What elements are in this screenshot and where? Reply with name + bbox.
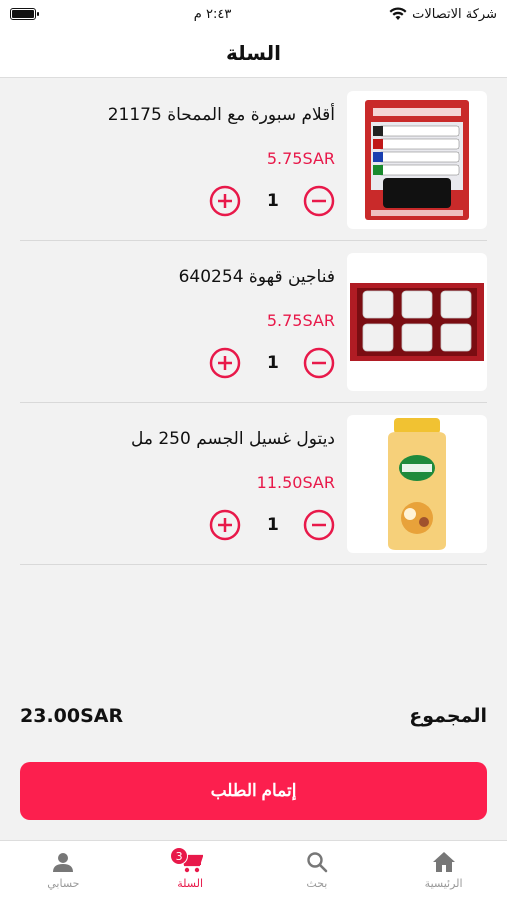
product-name[interactable]: فناجين قهوة 640254	[179, 267, 335, 287]
product-name[interactable]: أقلام سبورة مع الممحاة 21175	[108, 105, 335, 125]
product-price: 5.75SAR	[266, 311, 335, 330]
home-icon	[432, 852, 455, 872]
cart-item: أقلام سبورة مع الممحاة 21175 5.75SAR 1	[20, 79, 487, 241]
tab-label: حسابي	[47, 877, 80, 890]
plus-icon[interactable]	[209, 185, 241, 217]
cart-item: فناجين قهوة 640254 5.75SAR 1	[20, 241, 487, 403]
search-icon	[307, 852, 328, 873]
plus-icon[interactable]	[209, 509, 241, 541]
person-icon	[53, 853, 74, 872]
tab-label: بحث	[306, 877, 328, 890]
cart-badge: 3	[170, 847, 189, 865]
tab-account[interactable]: حسابي	[0, 841, 127, 900]
tab-bar: حسابي 3 السلة بحث الرئيسية	[0, 840, 507, 900]
checkout-button[interactable]: إتمام الطلب	[20, 762, 487, 820]
tab-label: السلة	[177, 877, 203, 890]
product-image[interactable]	[347, 253, 487, 391]
wifi-icon	[389, 7, 407, 20]
whiteboard-markers-image	[365, 100, 469, 220]
minus-icon[interactable]	[303, 347, 335, 379]
product-name[interactable]: ديتول غسيل الجسم 250 مل	[131, 429, 335, 449]
cart-list: أقلام سبورة مع الممحاة 21175 5.75SAR 1 ف…	[0, 79, 507, 565]
carrier-name: شركة الاتصالات	[412, 6, 497, 22]
quantity-value: 1	[267, 353, 279, 373]
header: السلة	[0, 28, 507, 78]
dettol-bottle-image	[388, 418, 446, 550]
page-title: السلة	[225, 40, 281, 65]
coffee-cups-image	[350, 283, 484, 361]
product-image[interactable]	[347, 415, 487, 553]
plus-icon[interactable]	[209, 347, 241, 379]
tab-home[interactable]: الرئيسية	[380, 841, 507, 900]
quantity-stepper: 1	[209, 509, 335, 541]
status-right: شركة الاتصالات	[389, 7, 497, 22]
product-price: 5.75SAR	[266, 149, 335, 168]
minus-icon[interactable]	[303, 509, 335, 541]
total-amount: 23.00SAR	[20, 705, 124, 727]
tab-search[interactable]: بحث	[254, 841, 381, 900]
cart-item: ديتول غسيل الجسم 250 مل 11.50SAR 1	[20, 403, 487, 565]
quantity-stepper: 1	[209, 347, 335, 379]
total-label: المجموع	[409, 705, 487, 727]
battery-icon	[10, 8, 39, 20]
minus-icon[interactable]	[303, 185, 335, 217]
status-bar: ٢:٤٣ م شركة الاتصالات	[0, 0, 507, 28]
product-price: 11.50SAR	[256, 473, 335, 492]
tab-cart[interactable]: 3 السلة	[127, 841, 254, 900]
quantity-stepper: 1	[209, 185, 335, 217]
quantity-value: 1	[267, 191, 279, 211]
tab-label: الرئيسية	[424, 877, 463, 890]
product-image[interactable]	[347, 91, 487, 229]
status-time: ٢:٤٣ م	[193, 6, 232, 22]
total-row: 23.00SAR المجموع	[20, 705, 487, 727]
quantity-value: 1	[267, 515, 279, 535]
